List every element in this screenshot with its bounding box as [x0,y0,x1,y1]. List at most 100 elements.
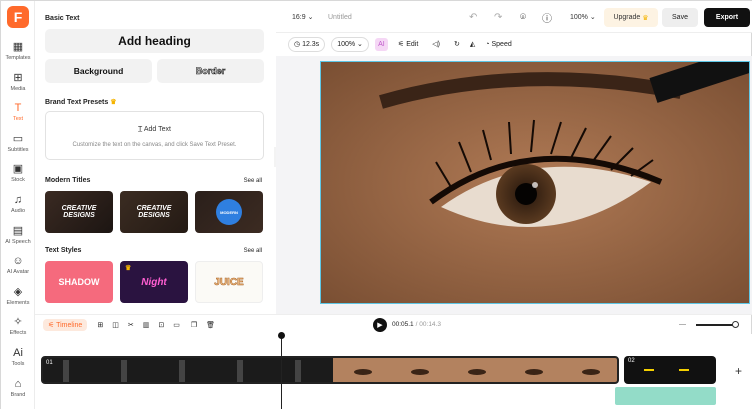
rail-item-audio[interactable]: ♫ Audio [1,194,35,214]
clip-2-number: 02 [628,358,635,364]
rail-item-ai-speech[interactable]: ▤ AI Speech [1,225,35,245]
zoom-select[interactable]: 100% ⌄ [570,1,596,33]
canvas-stage [276,56,752,314]
background-text-button[interactable]: Background [45,59,152,83]
rail-item-label: Effects [9,330,27,337]
rail-item-label: AI Avatar [6,269,30,276]
rail-item-tools[interactable]: Ai Tools [1,347,35,367]
scale-select[interactable]: 100% ⌄ [331,36,369,52]
subtitles-icon: ▭ [12,132,24,145]
text-styles-see-all[interactable]: See all [244,248,262,254]
rotate-icon[interactable]: ↻ [454,40,460,48]
text-style-shadow[interactable]: SHADOW [45,261,113,303]
modern-title-thumb-3[interactable]: MODERN [195,191,263,233]
freeze-icon[interactable]: ▥ [143,321,150,329]
rail-item-brand[interactable]: ⌂ Brand [1,378,35,398]
rail-item-templates[interactable]: ▦ Templates [1,41,35,61]
video-clip-1[interactable]: 01 [41,356,619,384]
brand-preset-box[interactable]: T̲ Add Text Customize the text on the ca… [45,111,264,160]
rail-item-elements[interactable]: ◈ Elements [1,286,35,306]
modern-titles-see-all[interactable]: See all [244,178,262,184]
caption-icon[interactable]: ▭ [173,321,180,329]
zoom-out-icon[interactable]: — [679,321,686,328]
rail-item-label: AI Speech [5,238,31,245]
rail-item-label: Media [10,85,26,92]
left-rail: F ▦ Templates ⊞ Media T Text ▭ Subtitles ▣ Stock ♫… [1,1,35,409]
crown-icon-2: ♛ [125,265,132,272]
add-media-icon[interactable]: ⊞ [97,321,103,329]
video-canvas[interactable] [320,61,750,304]
add-text-row[interactable]: T̲ Add Text [46,126,263,133]
rail-item-effects[interactable]: ✧ Effects [1,316,35,336]
screenshot-icon[interactable]: ⌾ [520,1,526,33]
rail-item-label: Brand [10,391,26,398]
scale-value: 100% [337,40,356,48]
elements-icon: ◈ [13,285,23,298]
audio-track[interactable] [615,387,716,405]
brand-preset-hint: Customize the text on the canvas, and cl… [72,142,237,148]
duplicate-icon[interactable]: ❐ [191,321,197,329]
ai-speech-icon: ▤ [12,224,24,237]
basic-text-title: Basic Text [45,15,80,22]
cut-icon[interactable]: ✂ [128,321,134,329]
export-button[interactable]: Export [704,8,750,27]
zoom-slider-thumb[interactable] [731,320,739,328]
rail-item-subtitles[interactable]: ▭ Subtitles [1,133,35,153]
undo-icon[interactable]: ↶ [469,1,477,33]
volume-icon[interactable]: ◁) [432,40,440,48]
add-clip-icon[interactable]: + [735,364,742,378]
crop-icon[interactable]: ⊡ [158,321,164,329]
text-style-juice[interactable]: JUICE [195,261,263,303]
save-button[interactable]: Save [662,8,698,27]
timeline-toggle[interactable]: ⚟ Timeline [43,318,88,331]
add-heading-button[interactable]: Add heading [45,29,264,53]
edit-button[interactable]: Edit [406,41,418,48]
split-icon[interactable]: ◫ [112,321,119,329]
rail-item-label: Tools [11,361,25,367]
rail-item-media[interactable]: ⊞ Media [1,72,35,92]
clock-icon: ◷ [294,41,301,48]
zoom-value: 100% [570,13,588,21]
rail-item-label: Text [12,116,24,123]
flip-icon[interactable]: ◭ [470,40,475,48]
modern-title-thumb-2[interactable]: CREATIVE DESIGNS [120,191,188,233]
help-icon[interactable]: ⓘ [542,1,552,33]
video-clip-2[interactable]: 02 [624,356,716,384]
delete-icon[interactable]: 🗑 [206,321,215,329]
playhead-knob[interactable] [278,332,285,339]
eye-closeup-image [321,62,749,303]
border-text-button[interactable]: Border [157,59,264,83]
app-logo[interactable]: F [7,6,29,28]
redo-icon[interactable]: ↷ [494,1,502,33]
crown-icon-3: ♛ [642,14,649,22]
timeline-controls: ⚟ Timeline ⊞ ◫ ✂ ▥ ⊡ ▭ ❐ 🗑 ▶ 00:05.1 / 0… [35,314,752,334]
text-icon: T [14,102,22,115]
upgrade-button[interactable]: Upgrade ♛ [604,8,658,27]
upgrade-label: Upgrade [613,14,641,21]
rail-item-ai-avatar[interactable]: ☺ AI Avatar [1,255,35,275]
rail-item-label: Subtitles [7,146,29,153]
chevron-down-icon: ⌄ [589,14,596,21]
timeline-zoom-slider[interactable] [695,320,739,328]
play-button[interactable]: ▶ [372,317,387,332]
project-title[interactable]: Untitled [328,1,352,33]
clip-1-frames [43,358,617,382]
playhead[interactable] [278,332,285,409]
speed-icon[interactable]: ◔ [485,41,489,48]
aspect-ratio-select[interactable]: 16:9 ⌄ [292,1,313,33]
stock-icon: ▣ [12,163,24,176]
text-panel: Basic Text Add heading Background Border… [35,1,276,314]
rail-item-text[interactable]: T Text [1,102,35,122]
rail-item-stock[interactable]: ▣ Stock [1,163,35,183]
duration-pill[interactable]: ◷ 12.3s [288,36,326,52]
ai-icon[interactable]: AI [374,37,388,51]
total-time: / 00:14.3 [415,321,441,328]
speed-button[interactable]: Speed [491,41,511,48]
modern-title-thumb-1[interactable]: CREATIVE DESIGNS [45,191,113,233]
edit-icon[interactable]: ⚟ [398,40,404,48]
duration-value: 12.3s [302,40,320,48]
templates-icon: ▦ [12,41,24,53]
ai-avatar-icon: ☺ [12,255,24,268]
text-style-night[interactable]: ♛ Night [120,261,188,303]
add-text-label: Add Text [143,126,171,133]
